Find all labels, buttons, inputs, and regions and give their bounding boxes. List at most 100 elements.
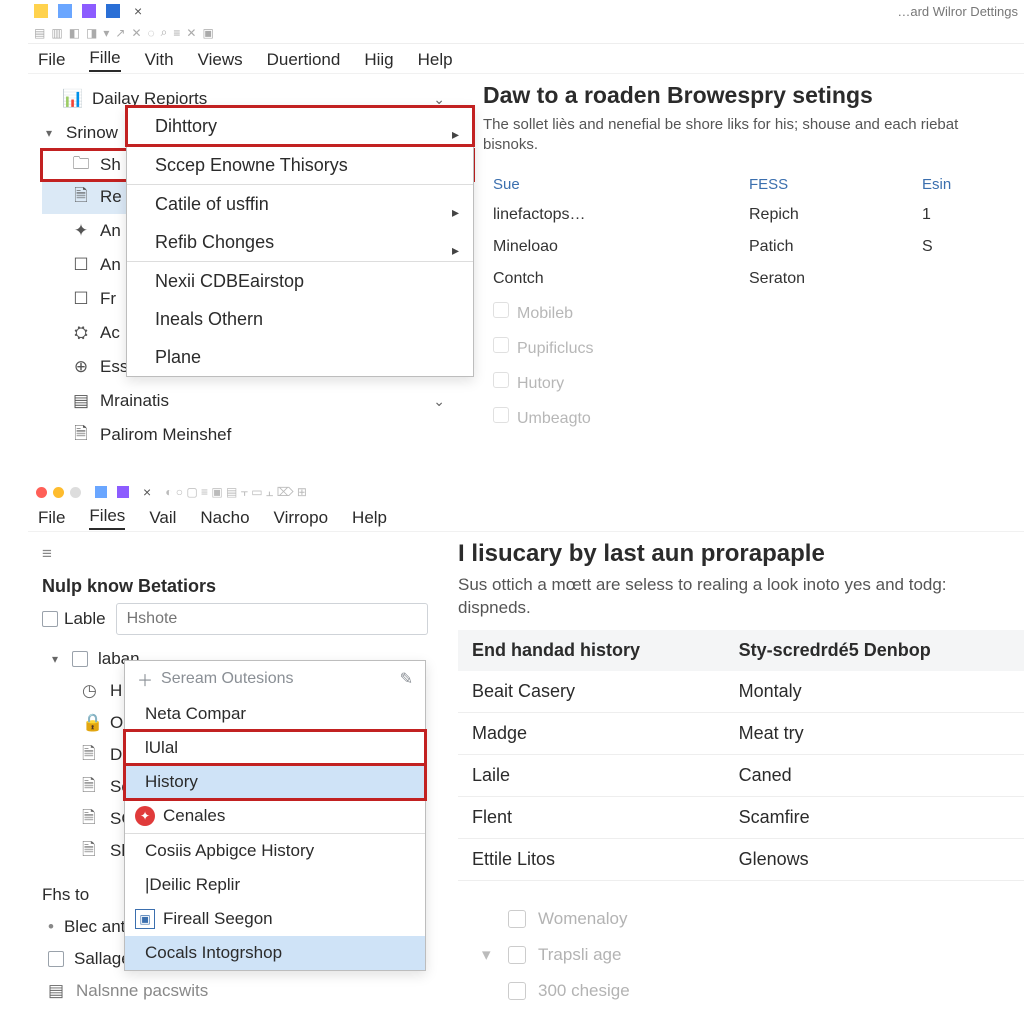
list-item[interactable]: 300 chesige bbox=[458, 973, 1024, 1009]
toolbar-icon[interactable]: ⌕ bbox=[161, 25, 168, 40]
table-row[interactable]: Beait CaseryMontaly bbox=[458, 671, 1024, 713]
menu-item[interactable]: ✦Cenales bbox=[125, 799, 425, 833]
list-item[interactable]: Womenaloy bbox=[458, 901, 1024, 937]
menu-file[interactable]: File bbox=[38, 508, 65, 528]
menu-hiig[interactable]: Hiig bbox=[364, 50, 393, 70]
table-row[interactable]: Mineloao Patich S bbox=[483, 231, 1024, 263]
table-row[interactable]: Pupificlucs bbox=[483, 330, 1024, 365]
menu-duertiond[interactable]: Duertiond bbox=[267, 50, 341, 70]
sidebar-item-label: H bbox=[110, 681, 122, 701]
toolbar-icon[interactable]: ▣ bbox=[202, 26, 213, 40]
sidebar-item[interactable]: ▤ Mrainatis ⌄ bbox=[42, 384, 473, 418]
tab-icon[interactable] bbox=[82, 4, 96, 18]
close-icon[interactable]: × bbox=[130, 3, 146, 19]
row-icon bbox=[493, 337, 509, 353]
table-row[interactable]: FlentScamfire bbox=[458, 796, 1024, 838]
maximize-icon[interactable] bbox=[70, 487, 81, 498]
tab-icon[interactable] bbox=[95, 486, 107, 498]
table-row[interactable]: Hutory bbox=[483, 365, 1024, 400]
menu-help[interactable]: Help bbox=[352, 508, 387, 528]
toolbar-icon[interactable]: ▤ bbox=[34, 26, 45, 40]
menu-item[interactable]: Ineals Othern bbox=[127, 300, 473, 338]
label-checkbox[interactable]: Lable bbox=[42, 609, 106, 629]
table-row[interactable]: Mobileb bbox=[483, 295, 1024, 330]
row-icon bbox=[508, 946, 526, 964]
edit-icon[interactable]: ✎ bbox=[400, 669, 413, 689]
menu-item[interactable]: ▣Fireall Seegon bbox=[125, 902, 425, 936]
list-item-label: Trapsli age bbox=[538, 945, 621, 965]
toolbar-icon[interactable]: ◐ ○ ▢ ≡ ▣ ▤ ⫟ ▭ ⫠ ⌦ ⊞ bbox=[165, 485, 307, 500]
tab-icon[interactable] bbox=[106, 4, 120, 18]
checkbox-icon[interactable] bbox=[48, 951, 64, 967]
window-top: × …ard Wilror Dettings ▤ ▥ ◧ ◨ ▾ ↗ ✕ ◌ ⌕… bbox=[28, 0, 1024, 470]
menu-views[interactable]: Views bbox=[198, 50, 243, 70]
menu-header: ＋ Seream Outesions ✎ bbox=[125, 661, 425, 697]
checkbox-icon[interactable] bbox=[42, 611, 58, 627]
cell: S bbox=[912, 231, 1024, 263]
tab-icon[interactable] bbox=[58, 4, 72, 18]
menu-vail[interactable]: Vail bbox=[149, 508, 176, 528]
menu-nacho[interactable]: Nacho bbox=[200, 508, 249, 528]
chevron-down-icon[interactable] bbox=[42, 126, 56, 140]
toolbar-icon[interactable]: ✕ bbox=[131, 26, 141, 40]
tab-icon[interactable] bbox=[117, 486, 129, 498]
report-icon: 📊 bbox=[64, 90, 82, 108]
hamburger-icon[interactable]: ≡ bbox=[42, 540, 428, 568]
menu-item-label: Cocals Intogrshop bbox=[145, 943, 282, 963]
col-header[interactable]: Esin bbox=[912, 170, 1024, 199]
toolbar-icon[interactable]: ◌ bbox=[148, 26, 155, 40]
col-header[interactable]: FESS bbox=[739, 170, 912, 199]
minimize-icon[interactable] bbox=[53, 487, 64, 498]
checkbox-icon[interactable] bbox=[72, 651, 88, 667]
menu-item[interactable]: Nexii CDBEairstop bbox=[127, 262, 473, 300]
menu-item-history[interactable]: History bbox=[125, 765, 425, 799]
menu-item-label: Sccep Enowne Thisorys bbox=[155, 155, 348, 176]
sidebar-item-label: Fr bbox=[100, 289, 116, 309]
table-row[interactable]: Umbeagto bbox=[483, 400, 1024, 435]
window-controls[interactable] bbox=[28, 483, 89, 502]
col-header[interactable]: Sue bbox=[483, 170, 739, 199]
col-header[interactable]: End handad history bbox=[458, 630, 725, 671]
chevron-down-icon[interactable] bbox=[48, 652, 62, 666]
chevron-down-icon[interactable]: ⌄ bbox=[433, 91, 445, 108]
menu-virropo[interactable]: Virropo bbox=[274, 508, 329, 528]
menu-item[interactable]: lUlal bbox=[125, 731, 425, 765]
menu-item[interactable]: Catile of usffin bbox=[127, 185, 473, 223]
toolbar-icon[interactable]: ◨ bbox=[86, 26, 97, 40]
menu-help[interactable]: Help bbox=[418, 50, 453, 70]
menu-item[interactable]: Plane bbox=[127, 338, 473, 376]
sidebar-item[interactable]: ▤Nalsnne pacswits bbox=[42, 975, 428, 1007]
toolbar-icon[interactable]: ▾ bbox=[103, 26, 109, 40]
menu-files[interactable]: Files bbox=[89, 506, 125, 530]
menu-fille[interactable]: Fille bbox=[89, 48, 120, 72]
menu-item[interactable]: Refib Chonges bbox=[127, 223, 473, 261]
toolbar-icon[interactable]: ◧ bbox=[69, 26, 80, 40]
col-header[interactable]: Sty-scredrdé5 Denbop bbox=[725, 630, 1024, 671]
search-input[interactable] bbox=[116, 603, 428, 635]
list-item[interactable]: ▾Trapsli age bbox=[458, 937, 1024, 973]
toolbar-icon[interactable]: ▥ bbox=[51, 26, 62, 40]
menu-item[interactable]: Neta Compar bbox=[125, 697, 425, 731]
menu-item-history[interactable]: Dihttory bbox=[127, 107, 473, 145]
menu-item-label: History bbox=[145, 772, 198, 792]
menu-file[interactable]: File bbox=[38, 50, 65, 70]
menu-vith[interactable]: Vith bbox=[145, 50, 174, 70]
toolbar-icon[interactable]: ↗ bbox=[115, 26, 125, 40]
menu-item[interactable]: Cosiis Apbigce History bbox=[125, 834, 425, 868]
close-icon[interactable] bbox=[36, 487, 47, 498]
table-row[interactable]: Contch Seraton bbox=[483, 263, 1024, 295]
table-row[interactable]: Ettile LitosGlenows bbox=[458, 838, 1024, 880]
chevron-down-icon[interactable]: ⌄ bbox=[433, 393, 445, 410]
plus-icon[interactable]: ＋ bbox=[137, 667, 153, 691]
table-row[interactable]: LaileCaned bbox=[458, 754, 1024, 796]
menu-item[interactable]: Cocals Intogrshop bbox=[125, 936, 425, 970]
close-icon[interactable]: × bbox=[139, 484, 155, 500]
sidebar-item[interactable]: 🗎 Palirom Meinshef bbox=[42, 418, 473, 452]
table-row[interactable]: MadgeMeat try bbox=[458, 712, 1024, 754]
menu-item-label: |Deilic Replir bbox=[145, 875, 240, 895]
menu-item[interactable]: |Deilic Replir bbox=[125, 868, 425, 902]
table-row[interactable]: linefactops… Repich 1 bbox=[483, 199, 1024, 231]
toolbar-icon[interactable]: ✕ bbox=[186, 26, 196, 40]
menu-item[interactable]: Sccep Enowne Thisorys bbox=[127, 146, 473, 184]
toolbar-icon[interactable]: ≡ bbox=[173, 26, 180, 40]
